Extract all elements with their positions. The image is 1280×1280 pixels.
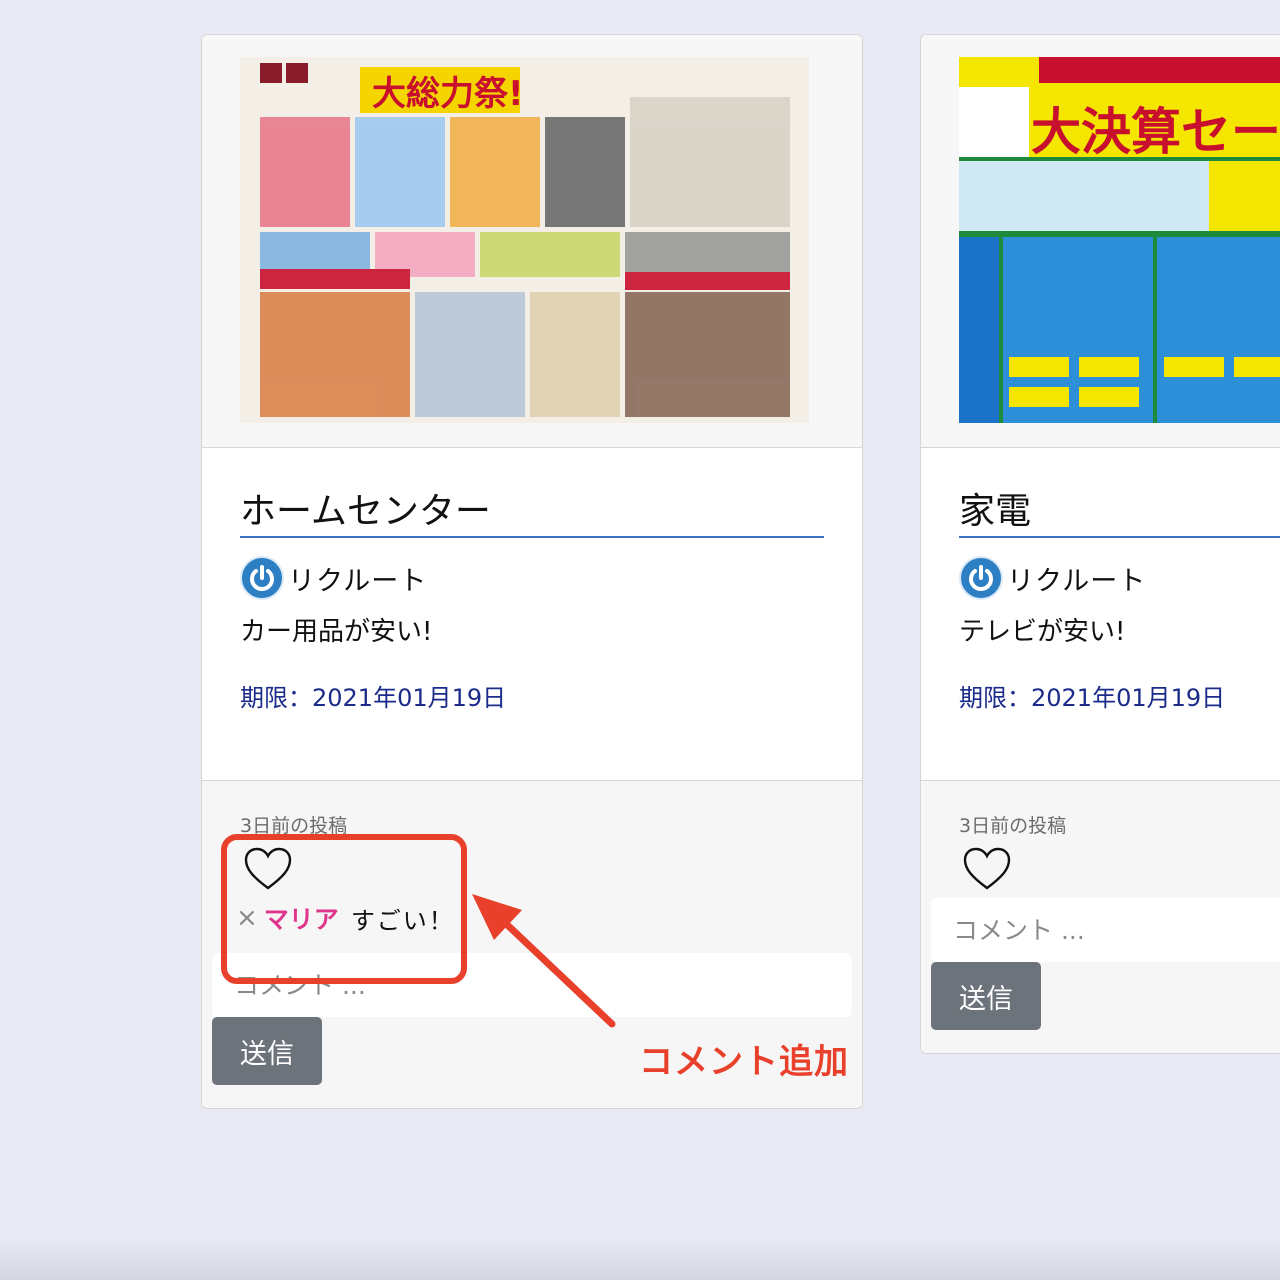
comment-text: すごい！	[350, 906, 455, 935]
send-button[interactable]: 送信	[931, 962, 1041, 1030]
close-icon[interactable]: ×	[236, 903, 258, 933]
comment-input[interactable]	[212, 953, 852, 1017]
post-card: 大総力祭! ホームセンター リクルート カー用品が安い! 期限：2021年01月…	[201, 34, 863, 1109]
author-name: リクルート	[1007, 565, 1147, 597]
flyer-graphic: 大決算セール	[959, 57, 1280, 423]
flyer-headline: 大決算セール	[1031, 103, 1280, 161]
deadline: 期限：2021年01月19日	[240, 684, 507, 712]
author-name: リクルート	[288, 565, 428, 597]
posted-time: 3日前の投稿	[959, 815, 1067, 837]
posted-time: 3日前の投稿	[240, 815, 348, 837]
heart-outline-icon[interactable]	[243, 847, 293, 891]
card-footer: 3日前の投稿 送信	[921, 780, 1280, 1053]
post-card: 大決算セール 家電 リクルート	[920, 34, 1280, 1054]
card-image-area: 大決算セール	[921, 35, 1280, 448]
card-body: ホームセンター リクルート カー用品が安い! 期限：2021年01月19日	[202, 448, 862, 780]
card-title[interactable]: 家電	[959, 482, 1280, 538]
card-image-area: 大総力祭!	[202, 35, 862, 448]
card-body: 家電 リクルート テレビが安い! 期限：2021年01月19日	[921, 448, 1280, 780]
power-icon	[240, 556, 284, 600]
bottom-shadow	[0, 1240, 1280, 1280]
author[interactable]: リクルート	[959, 554, 1146, 602]
comment-user[interactable]: マリア	[264, 900, 339, 936]
post-description: テレビが安い!	[959, 617, 1126, 647]
send-button[interactable]: 送信	[212, 1017, 322, 1085]
deadline: 期限：2021年01月19日	[959, 684, 1226, 712]
flyer-image[interactable]: 大総力祭!	[240, 57, 809, 423]
heart-outline-icon[interactable]	[962, 847, 1012, 891]
flyer-image[interactable]: 大決算セール	[959, 57, 1280, 423]
comment-item: × マリア すごい！	[236, 901, 455, 935]
flyer-graphic: 大総力祭!	[240, 57, 809, 423]
comment-input[interactable]	[931, 898, 1280, 962]
card-title[interactable]: ホームセンター	[240, 482, 824, 538]
power-icon	[959, 556, 1003, 600]
post-description: カー用品が安い!	[240, 617, 433, 647]
annotation-label: コメント追加	[639, 1042, 849, 1082]
author[interactable]: リクルート	[240, 554, 427, 602]
flyer-headline: 大総力祭!	[372, 74, 524, 114]
